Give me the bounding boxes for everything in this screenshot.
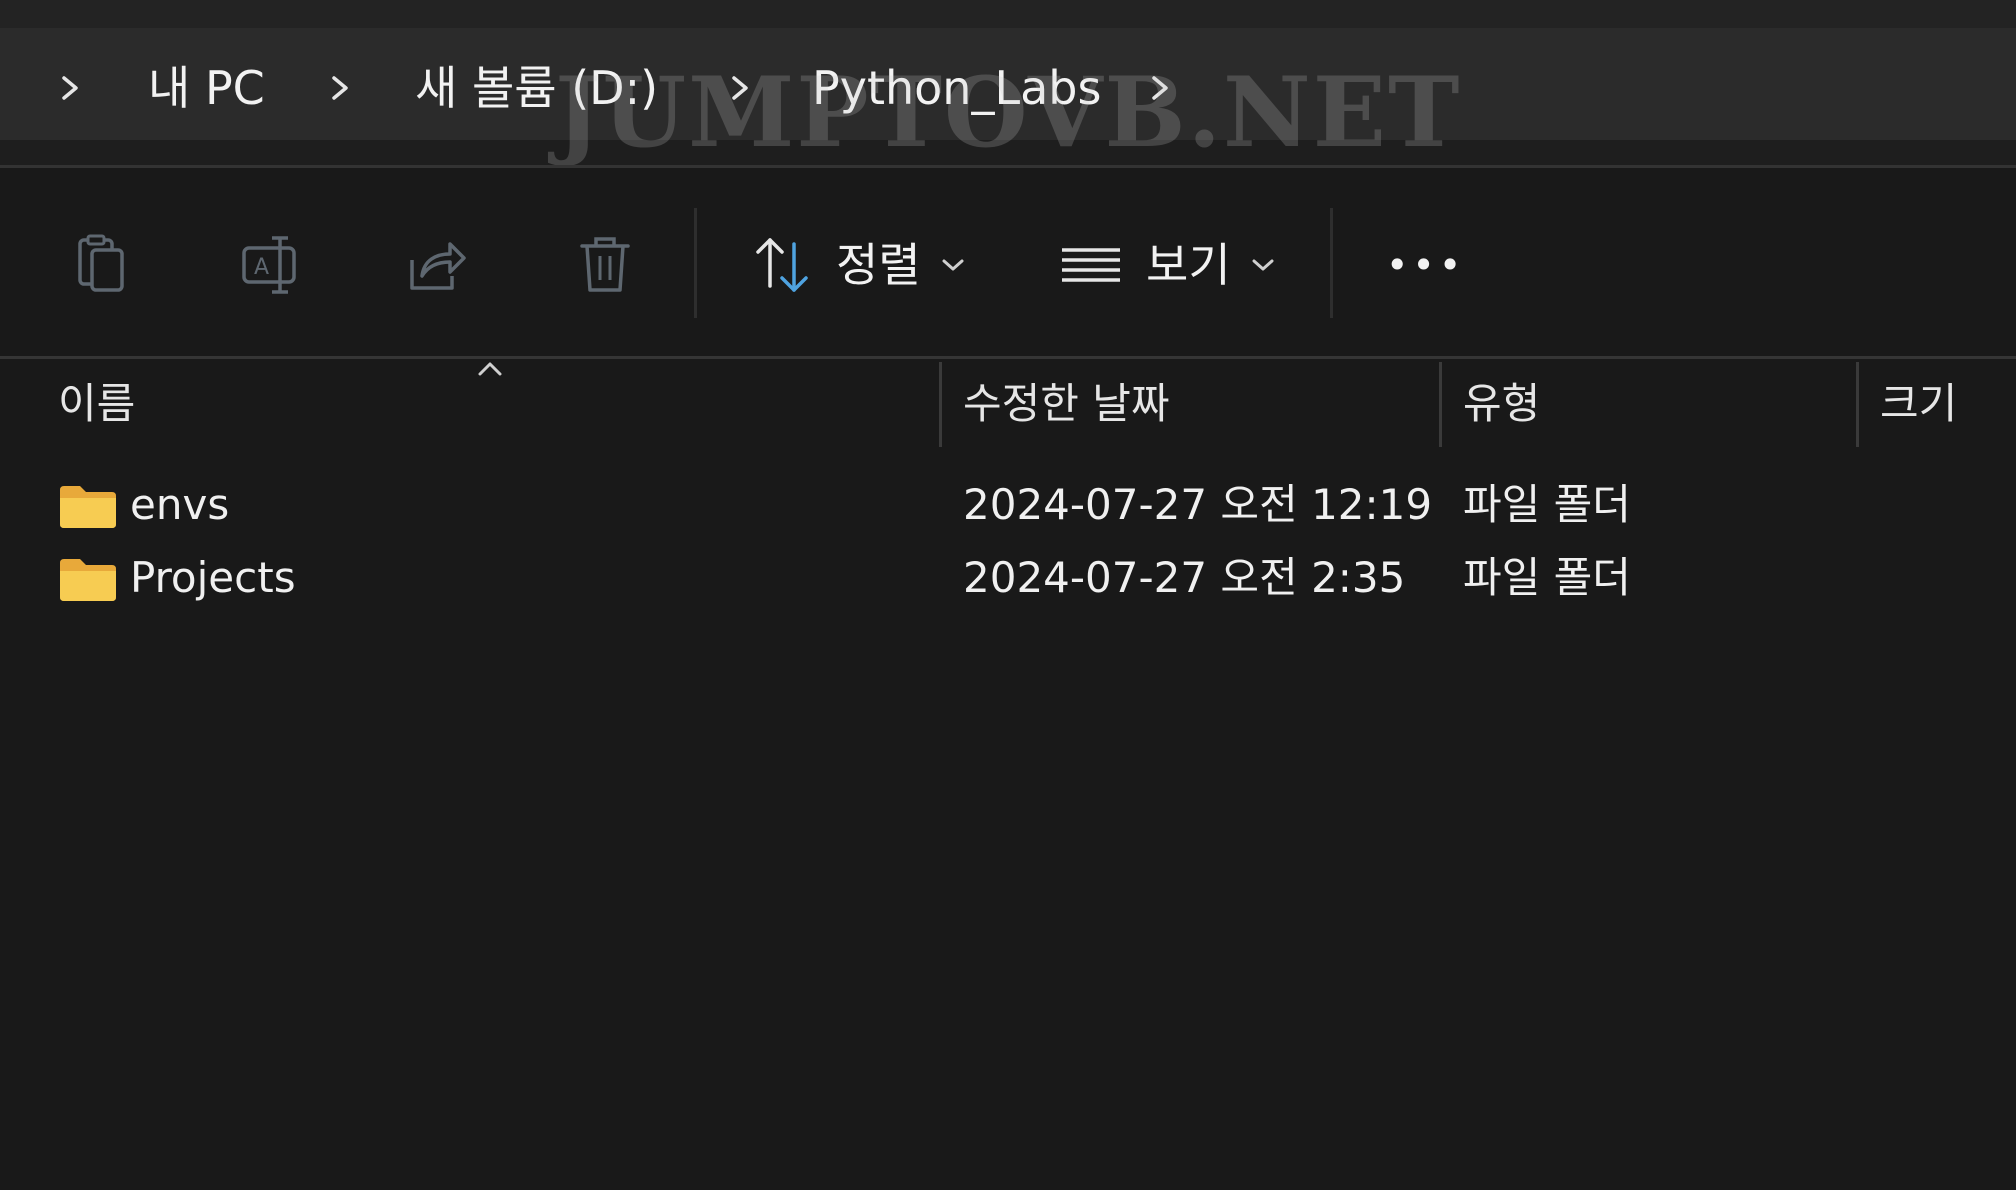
folder-icon [60,559,116,601]
file-type: 파일 폴더 [1463,553,1631,602]
column-header-size[interactable]: 크기 [1880,372,1957,436]
file-modified: 2024-07-27 오전 2:35 [963,553,1406,602]
chevron-right-icon[interactable] [50,58,90,118]
chevron-down-icon[interactable] [1246,230,1280,300]
sort-button-label[interactable]: 정렬 [836,230,921,300]
share-icon[interactable] [402,230,472,300]
column-divider[interactable] [1856,362,1859,447]
column-header-name[interactable]: 이름 [58,372,135,436]
title-strip [0,0,2016,30]
breadcrumb-item-volume-d[interactable]: 새 볼륨 (D:) [415,58,658,118]
chevron-down-icon[interactable] [936,230,970,300]
sort-icon[interactable] [748,230,818,300]
file-name: envs [130,480,230,529]
file-modified: 2024-07-27 오전 12:19 [963,480,1433,529]
toolbar-divider [694,208,697,318]
rename-icon[interactable]: A [236,230,306,300]
divider [0,356,2016,359]
address-bar[interactable]: 내 PC 새 볼륨 (D:) Python_Labs [0,28,2016,168]
column-divider[interactable] [939,362,942,447]
file-row[interactable]: envs 2024-07-27 오전 12:19 파일 폴더 [0,470,2016,540]
toolbar-divider [1330,208,1333,318]
view-list-icon[interactable] [1056,230,1126,300]
chevron-right-icon[interactable] [320,58,360,118]
paste-icon[interactable] [72,230,142,300]
folder-icon [60,486,116,528]
breadcrumb-item-python-labs[interactable]: Python_Labs [812,58,1101,118]
column-header-modified[interactable]: 수정한 날짜 [963,372,1170,436]
column-divider[interactable] [1439,362,1442,447]
trash-icon[interactable] [570,230,640,300]
file-name: Projects [130,553,296,602]
more-options-button[interactable]: ••• [1386,230,1465,300]
file-row[interactable]: Projects 2024-07-27 오전 2:35 파일 폴더 [0,543,2016,613]
view-button-label[interactable]: 보기 [1146,230,1231,300]
column-header-type[interactable]: 유형 [1463,372,1540,436]
chevron-right-icon[interactable] [1140,58,1180,118]
breadcrumb-item-my-pc[interactable]: 내 PC [148,58,265,118]
sort-ascending-icon [478,362,502,376]
svg-text:A: A [254,255,269,280]
file-type: 파일 폴더 [1463,480,1631,529]
command-bar: A 정렬 보기 ••• [0,168,2016,356]
chevron-right-icon[interactable] [720,58,760,118]
